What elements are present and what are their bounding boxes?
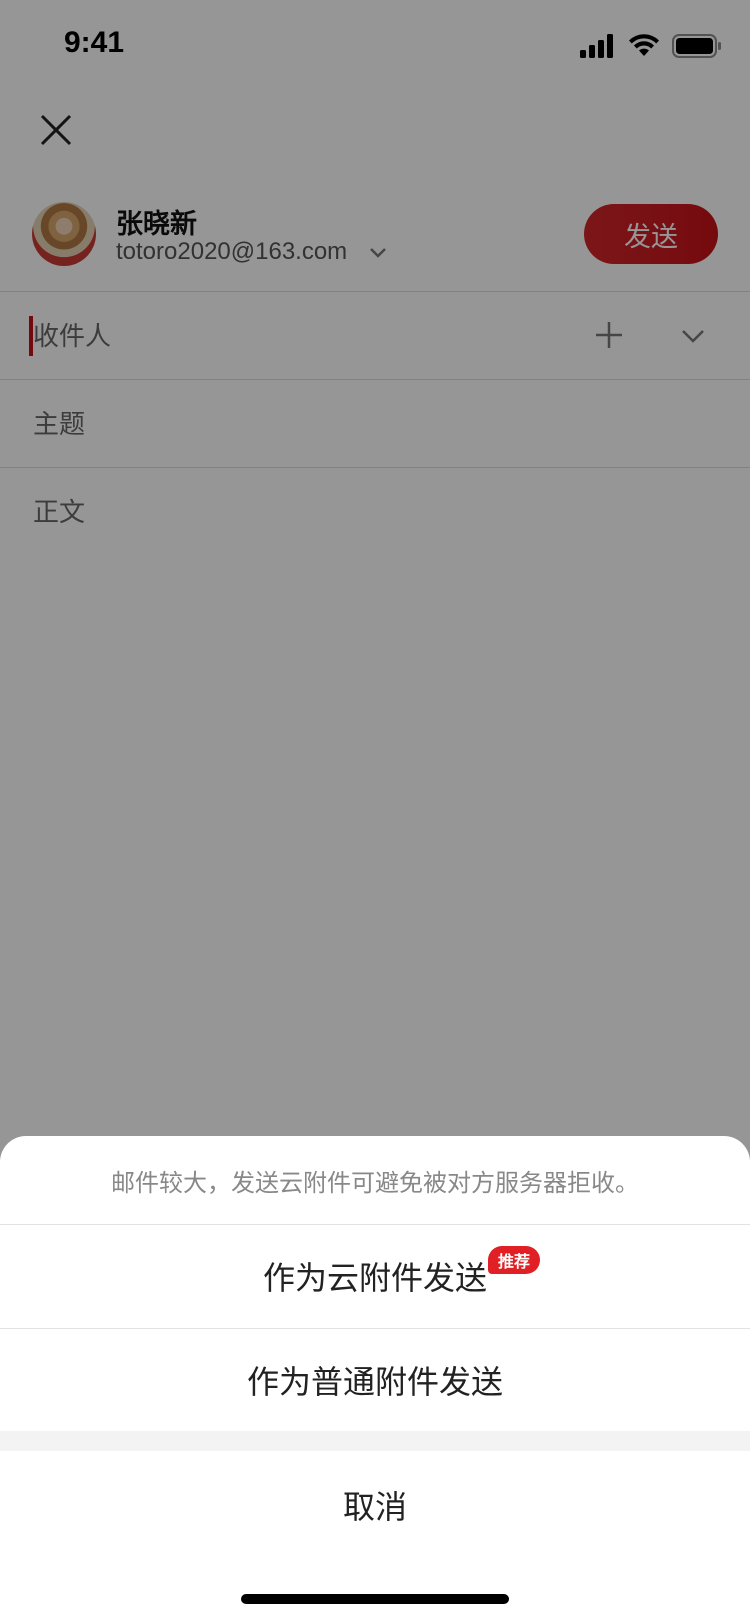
cancel-label: 取消 xyxy=(342,1488,407,1526)
cloud-option-label: 作为云附件发送 xyxy=(262,1259,487,1297)
sheet-separator xyxy=(0,1431,750,1451)
attachment-action-sheet: 邮件较大，发送云附件可避免被对方服务器拒收。 作为云附件发送 推荐 作为普通附件… xyxy=(0,1136,750,1624)
send-as-normal-attachment-button[interactable]: 作为普通附件发送 xyxy=(0,1329,750,1431)
recommended-badge: 推荐 xyxy=(488,1246,541,1274)
sheet-tip: 邮件较大，发送云附件可避免被对方服务器拒收。 xyxy=(111,1168,639,1197)
normal-option-label: 作为普通附件发送 xyxy=(246,1363,503,1401)
home-indicator[interactable] xyxy=(241,1594,509,1604)
cancel-button[interactable]: 取消 xyxy=(0,1451,750,1559)
send-as-cloud-attachment-button[interactable]: 作为云附件发送 xyxy=(0,1225,750,1327)
